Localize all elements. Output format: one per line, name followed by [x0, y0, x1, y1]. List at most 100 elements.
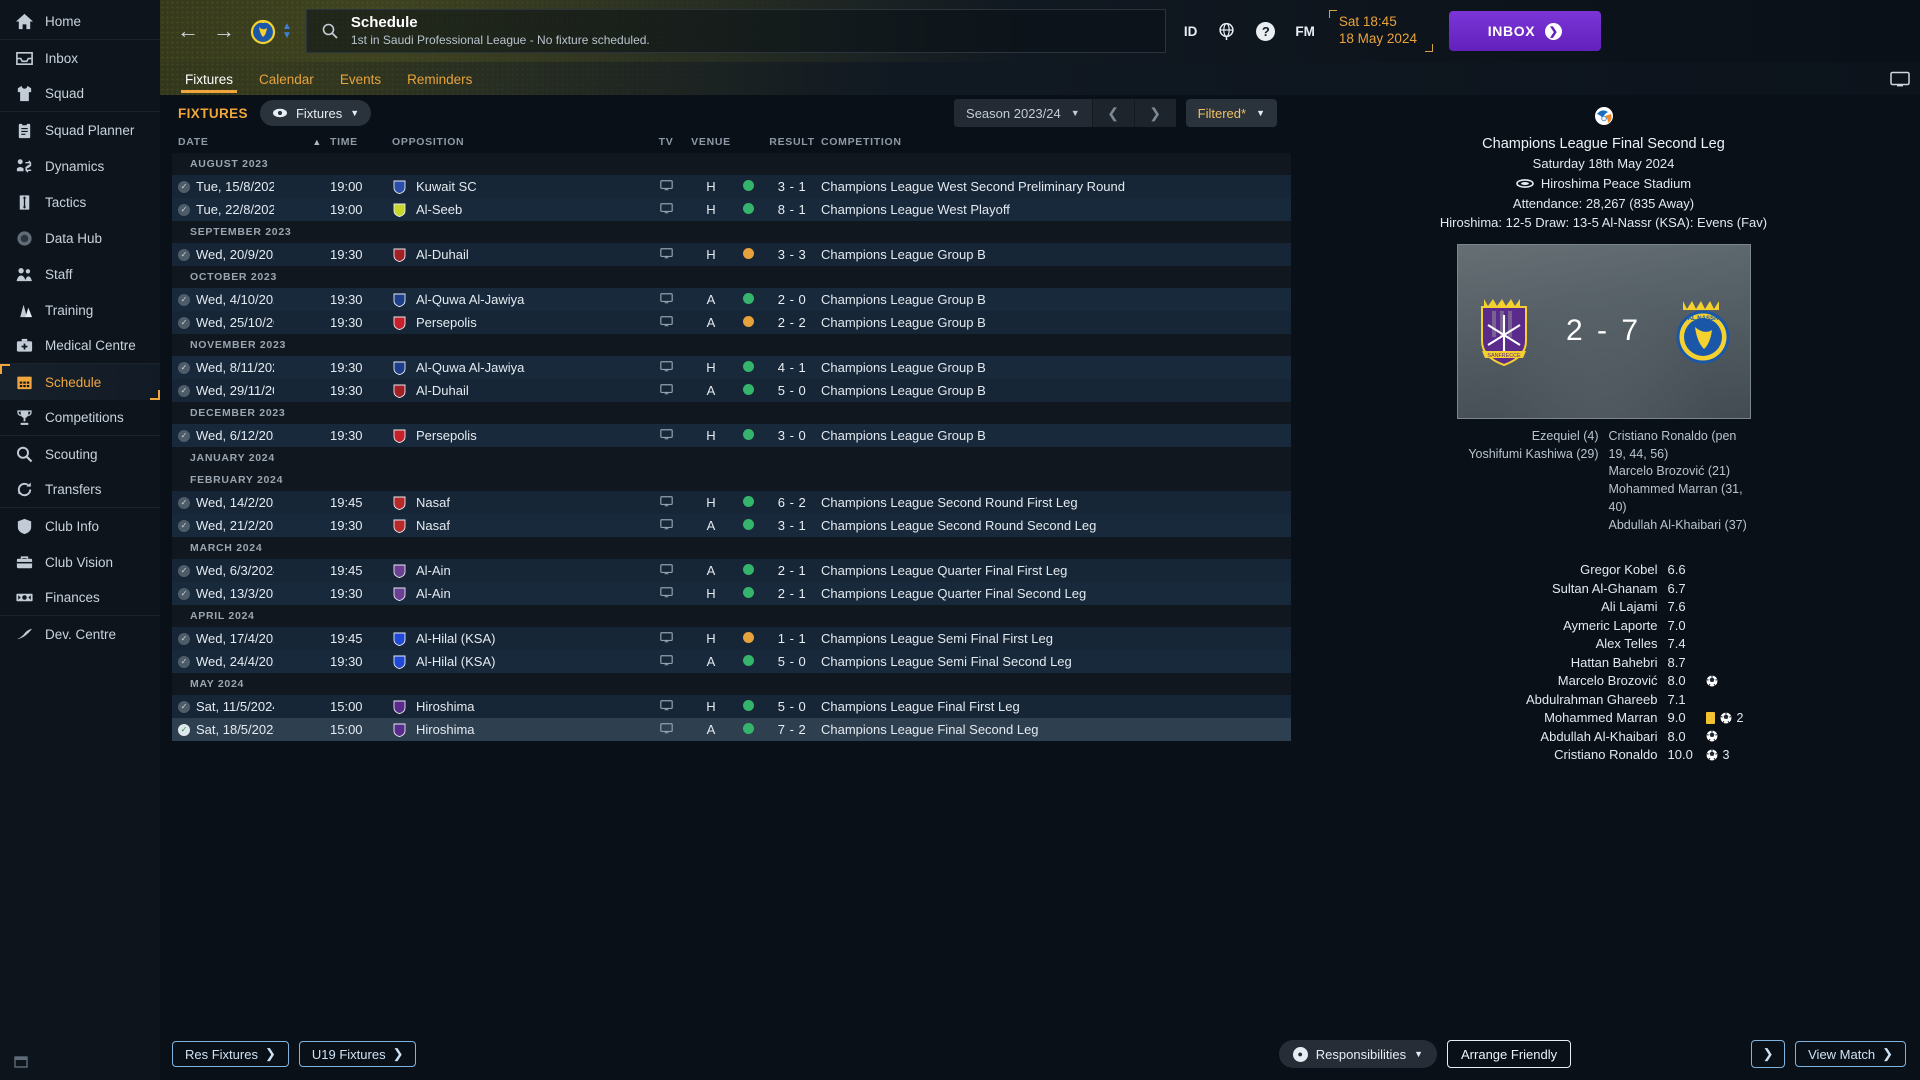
next-button[interactable]: ❯ — [1751, 1040, 1786, 1068]
fixture-score: 5 - 0 — [777, 383, 807, 398]
arrange-friendly-button[interactable]: Arrange Friendly — [1447, 1040, 1572, 1068]
table-row[interactable]: ✓ Wed, 25/10/20... 19:30 Persepolis A 2 … — [172, 311, 1291, 334]
sidebar-item-staff[interactable]: Staff — [0, 256, 160, 292]
help-icon[interactable]: ? — [1256, 21, 1276, 41]
column-header-time[interactable]: TIME — [330, 136, 376, 148]
table-row[interactable]: ✓ Wed, 8/11/2023 19:30 Al-Quwa Al-Jawiya… — [172, 356, 1291, 379]
sidebar-item-club-vision[interactable]: Club Vision — [0, 544, 160, 580]
player-name: Ali Lajami — [1601, 599, 1658, 615]
table-row[interactable]: ✓ Wed, 6/3/2024 19:45 Al-Ain A 2 - 1 Cha… — [172, 559, 1291, 582]
res-fixtures-button[interactable]: Res Fixtures ❯ — [172, 1041, 289, 1067]
al-duhail-crest — [392, 383, 407, 399]
player-rating-row[interactable]: Hattan Bahebri 8.7 — [1444, 653, 1764, 672]
next-season-button[interactable]: ❯ — [1133, 99, 1176, 127]
sidebar-item-competitions[interactable]: Competitions — [0, 400, 160, 436]
table-row[interactable]: ✓ Wed, 17/4/2024 19:45 Al-Hilal (KSA) H … — [172, 627, 1291, 650]
month-label: DECEMBER 2023 — [190, 407, 286, 419]
search-bar[interactable]: Schedule 1st in Saudi Professional Leagu… — [305, 9, 1166, 53]
filter-button[interactable]: Filtered* ▼ — [1185, 99, 1277, 127]
column-header-tv[interactable]: TV — [643, 136, 689, 148]
view-selector[interactable]: Fixtures ▼ — [259, 100, 372, 126]
globe-icon[interactable] — [1217, 22, 1236, 41]
result-indicator-icon — [742, 587, 754, 598]
tab-events[interactable]: Events — [327, 72, 394, 95]
player-rating-row[interactable]: Cristiano Ronaldo 10.0 3 — [1444, 745, 1764, 764]
column-header-result[interactable]: RESULT — [763, 136, 821, 148]
tab-fixtures[interactable]: Fixtures — [172, 72, 246, 95]
tab-calendar[interactable]: Calendar — [246, 72, 327, 95]
player-rating-row[interactable]: Mohammed Marran 9.0 2 — [1444, 708, 1764, 727]
sidebar-item-dev-centre[interactable]: Dev. Centre — [0, 616, 160, 652]
match-score-graphic[interactable]: SANFRECCE 2 - 7 AL NASSR — [1456, 243, 1751, 419]
sanfrecce-hiroshima-crest: SANFRECCE — [1462, 289, 1546, 373]
responsibilities-button[interactable]: ● Responsibilities ▼ — [1278, 1040, 1438, 1068]
fixture-competition: Champions League Final Second Leg — [821, 722, 1039, 737]
monitor-icon[interactable] — [1890, 71, 1910, 90]
sidebar-item-squad[interactable]: Squad — [0, 76, 160, 112]
sidebar-item-finances[interactable]: Finances — [0, 580, 160, 616]
sidebar-item-training[interactable]: Training — [0, 292, 160, 328]
column-header-competition[interactable]: COMPETITION — [821, 136, 1291, 148]
back-arrow-icon[interactable]: ← — [170, 13, 206, 49]
player-rating-row[interactable]: Marcelo Brozović 8.0 — [1444, 671, 1764, 690]
sidebar-item-club-info[interactable]: Club Info — [0, 508, 160, 544]
sidebar-item-squad-planner[interactable]: Squad Planner — [0, 112, 160, 148]
sidebar-item-scouting[interactable]: Scouting — [0, 436, 160, 472]
table-row[interactable]: ✓ Sat, 11/5/2024 15:00 Hiroshima H 5 - 0… — [172, 695, 1291, 718]
fixtures-table: DATE ▲ TIME OPPOSITION TV VENUE RESULT C… — [172, 131, 1291, 1028]
sidebar-item-data-hub[interactable]: Data Hub — [0, 220, 160, 256]
fixture-opposition: Al-Quwa Al-Jawiya — [416, 360, 525, 375]
al-ain-crest — [392, 563, 407, 579]
player-rating-row[interactable]: Sultan Al-Ghanam 6.7 — [1444, 579, 1764, 598]
sort-asc-icon[interactable]: ▲ — [274, 137, 330, 147]
game-date: 18 May 2024 — [1338, 31, 1417, 46]
table-row[interactable]: ✓ Wed, 6/12/2023 19:30 Persepolis H 3 - … — [172, 424, 1291, 447]
player-rating-row[interactable]: Aymeric Laporte 7.0 — [1444, 616, 1764, 635]
sidebar-item-tactics[interactable]: Tactics — [0, 184, 160, 220]
table-row[interactable]: ✓ Wed, 13/3/2024 19:30 Al-Ain H 2 - 1 Ch… — [172, 582, 1291, 605]
player-ratings-list: Gregor Kobel 6.6 Sultan Al-Ghanam 6.7 Al… — [1444, 560, 1764, 764]
tab-reminders[interactable]: Reminders — [394, 72, 485, 95]
al-nassr-badge-icon[interactable] — [248, 16, 278, 46]
table-row[interactable]: ✓ Wed, 20/9/2023 19:30 Al-Duhail H 3 - 3… — [172, 243, 1291, 266]
season-selector[interactable]: Season 2023/24 ▼ — [954, 99, 1092, 127]
result-indicator-icon — [742, 316, 754, 327]
player-rating-row[interactable]: Ali Lajami 7.6 — [1444, 597, 1764, 616]
chevron-right-circle-icon: ❯ — [1545, 22, 1563, 40]
view-match-button[interactable]: View Match ❯ — [1795, 1041, 1906, 1067]
sidebar-item-dynamics[interactable]: Dynamics — [0, 148, 160, 184]
tv-icon — [643, 315, 689, 330]
u19-fixtures-button[interactable]: U19 Fixtures ❯ — [298, 1041, 417, 1067]
tab-strip: Fixtures Calendar Events Reminders — [160, 62, 1920, 95]
fm-logo-icon[interactable]: FM — [1295, 24, 1315, 39]
player-rating-row[interactable]: Abdullah Al-Khaibari 8.0 — [1444, 727, 1764, 746]
table-row[interactable]: ✓ Wed, 24/4/2024 19:30 Al-Hilal (KSA) A … — [172, 650, 1291, 673]
player-rating-row[interactable]: Abdulrahman Ghareeb 7.1 — [1444, 690, 1764, 709]
sidebar-item-medical-centre[interactable]: Medical Centre — [0, 328, 160, 364]
forward-arrow-icon[interactable]: → — [206, 13, 242, 49]
column-header-date[interactable]: DATE — [178, 136, 274, 148]
sidebar-item-transfers[interactable]: Transfers — [0, 472, 160, 508]
inbox-button[interactable]: INBOX ❯ — [1448, 11, 1601, 51]
fixture-opposition: Nasaf — [416, 495, 450, 510]
player-rating-row[interactable]: Alex Telles 7.4 — [1444, 634, 1764, 653]
nav-updown-icon[interactable]: ▲ ▼ — [282, 21, 292, 40]
sidebar-item-home[interactable]: Home — [0, 4, 160, 40]
player-rating-row[interactable]: Gregor Kobel 6.6 — [1444, 560, 1764, 579]
table-row[interactable]: ✓ Wed, 4/10/2023 19:30 Al-Quwa Al-Jawiya… — [172, 288, 1291, 311]
table-row[interactable]: ✓ Sat, 18/5/2024 15:00 Hiroshima A 7 - 2… — [172, 718, 1291, 741]
column-header-opposition[interactable]: OPPOSITION — [376, 136, 643, 148]
table-row[interactable]: ✓ Wed, 14/2/2024 19:45 Nasaf H 6 - 2 Cha… — [172, 491, 1291, 514]
al-hilal-crest — [392, 631, 407, 647]
table-row[interactable]: ✓ Tue, 15/8/2023 19:00 Kuwait SC H 3 - 1… — [172, 175, 1291, 198]
table-row[interactable]: ✓ Wed, 21/2/2024 19:30 Nasaf A 3 - 1 Cha… — [172, 514, 1291, 537]
table-row[interactable]: ✓ Tue, 22/8/2023 19:00 Al-Seeb H 8 - 1 C… — [172, 198, 1291, 221]
table-row[interactable]: ✓ Wed, 29/11/20... 19:30 Al-Duhail A 5 -… — [172, 379, 1291, 402]
player-event-icons — [1706, 730, 1764, 742]
sidebar-item-schedule[interactable]: Schedule — [0, 364, 160, 400]
id-icon[interactable]: ID — [1184, 24, 1198, 39]
prev-season-button[interactable]: ❮ — [1091, 99, 1134, 127]
sidebar-item-inbox[interactable]: Inbox — [0, 40, 160, 76]
column-header-venue[interactable]: VENUE — [689, 136, 733, 148]
fixture-venue: H — [706, 699, 716, 714]
